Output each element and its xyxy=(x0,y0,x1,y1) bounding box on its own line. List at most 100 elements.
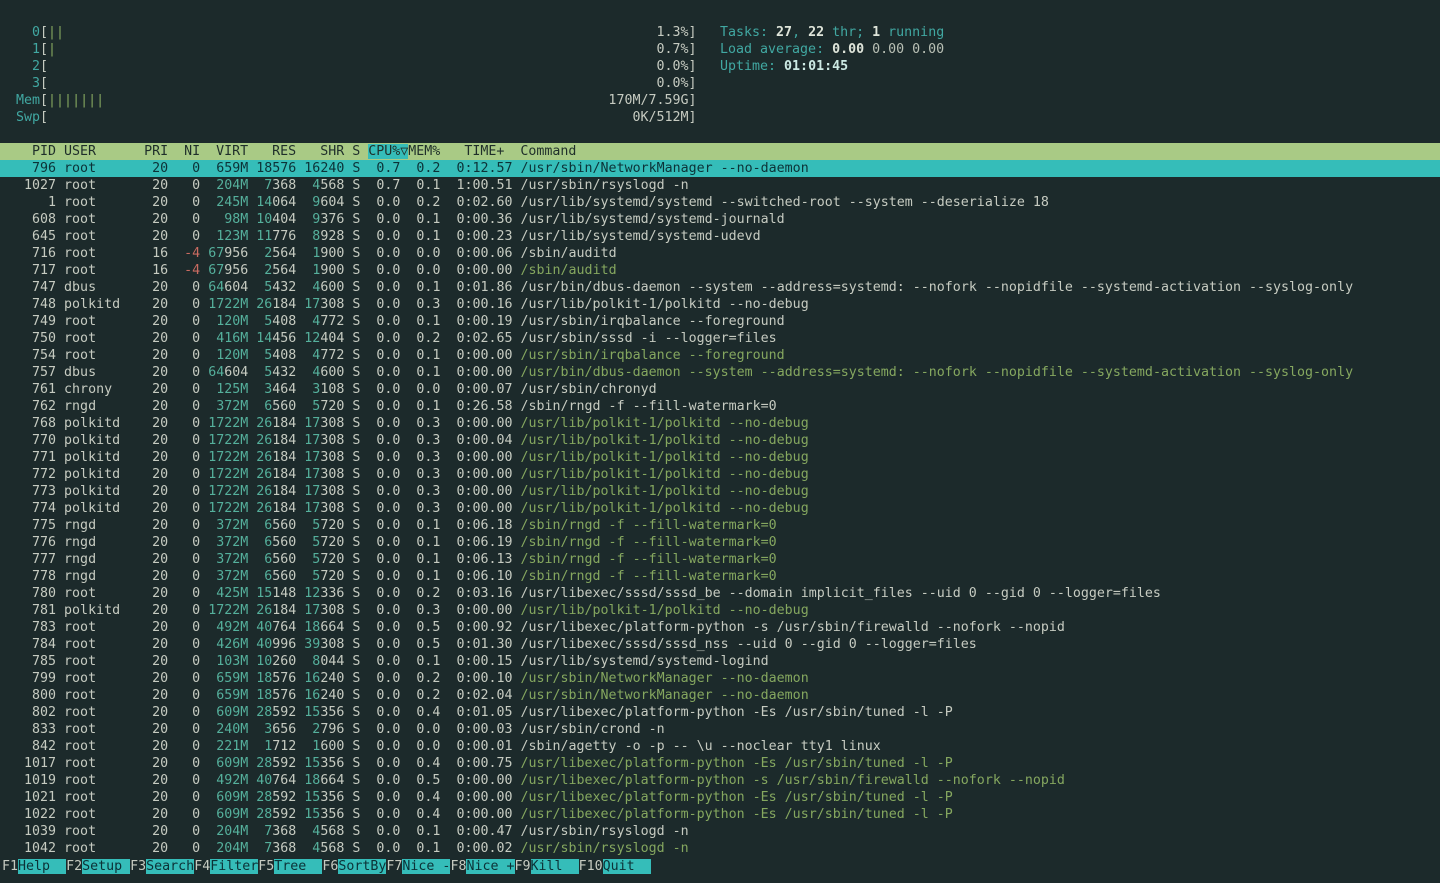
nice-cell: -4 xyxy=(176,246,200,261)
command-cell: /usr/libexec/platform-python -Es /usr/sb… xyxy=(521,807,953,822)
process-row[interactable]: 1017 root 20 0 609M 28592 15356 S 0.0 0.… xyxy=(0,755,1440,772)
process-row[interactable]: 1 root 20 0 245M 14064 9604 S 0.0 0.2 0:… xyxy=(0,194,1440,211)
process-row[interactable]: 762 rngd 20 0 372M 6560 5720 S 0.0 0.1 0… xyxy=(0,398,1440,415)
process-row[interactable]: 785 root 20 0 103M 10260 8044 S 0.0 0.1 … xyxy=(0,653,1440,670)
res-cell: 10 xyxy=(256,654,272,669)
process-row[interactable]: 757 dbus 20 0 64604 5432 4600 S 0.0 0.1 … xyxy=(0,364,1440,381)
process-row[interactable]: 776 rngd 20 0 372M 6560 5720 S 0.0 0.1 0… xyxy=(0,534,1440,551)
fkey-f7[interactable]: F7Nice - xyxy=(386,859,450,874)
process-row[interactable]: 778 rngd 20 0 372M 6560 5720 S 0.0 0.1 0… xyxy=(0,568,1440,585)
fkey-f9[interactable]: F9Kill xyxy=(515,859,579,874)
pid-cell: 799 xyxy=(16,671,64,686)
process-row[interactable]: 774 polkitd 20 0 1722M 26184 17308 S 0.0… xyxy=(0,500,1440,517)
shr-cell: 17 xyxy=(304,433,320,448)
process-row[interactable]: 750 root 20 0 416M 14456 12404 S 0.0 0.2… xyxy=(0,330,1440,347)
load-average: Load average: 0.00 0.00 0.00 xyxy=(720,41,944,58)
process-row[interactable]: 771 polkitd 20 0 1722M 26184 17308 S 0.0… xyxy=(0,449,1440,466)
process-row[interactable]: 1022 root 20 0 609M 28592 15356 S 0.0 0.… xyxy=(0,806,1440,823)
res-cell: 184 xyxy=(272,501,296,516)
virt-cell: 103M xyxy=(208,654,248,669)
process-row[interactable]: 1019 root 20 0 492M 40764 18664 S 0.0 0.… xyxy=(0,772,1440,789)
process-row[interactable]: 754 root 20 0 120M 5408 4772 S 0.0 0.1 0… xyxy=(0,347,1440,364)
process-row[interactable]: 783 root 20 0 492M 40764 18664 S 0.0 0.5… xyxy=(0,619,1440,636)
fkey-f1[interactable]: F1Help xyxy=(2,859,66,874)
fkey-label: Help xyxy=(18,859,66,874)
res-cell: 764 xyxy=(272,620,296,635)
res-cell: 576 xyxy=(272,161,296,176)
shr-cell: 308 xyxy=(320,450,344,465)
process-row[interactable]: 608 root 20 0 98M 10404 9376 S 0.0 0.1 0… xyxy=(0,211,1440,228)
priority-cell: 20 xyxy=(144,773,176,788)
fkey-f4[interactable]: F4Filter xyxy=(194,859,258,874)
process-row[interactable]: 747 dbus 20 0 64604 5432 4600 S 0.0 0.1 … xyxy=(0,279,1440,296)
command-cell: /usr/sbin/rsyslogd -n xyxy=(521,841,689,856)
fkey-f10[interactable]: F10Quit xyxy=(579,859,651,874)
process-row[interactable]: 833 root 20 0 240M 3656 2796 S 0.0 0.0 0… xyxy=(0,721,1440,738)
process-row[interactable]: 1042 root 20 0 204M 7368 4568 S 0.0 0.1 … xyxy=(0,840,1440,857)
process-row[interactable]: 768 polkitd 20 0 1722M 26184 17308 S 0.0… xyxy=(0,415,1440,432)
fkey-f6[interactable]: F6SortBy xyxy=(322,859,386,874)
nice-cell xyxy=(200,688,208,703)
priority-cell: 20 xyxy=(144,535,176,550)
process-row[interactable]: 717 root 16 -4 67956 2564 1900 S 0.0 0.0… xyxy=(0,262,1440,279)
command-cell: /usr/sbin/irqbalance --foreground xyxy=(521,314,785,329)
process-row[interactable]: 796 root 20 0 659M 18576 16240 S 0.7 0.2… xyxy=(0,160,1440,177)
cpu-cell: 0.0 xyxy=(368,535,408,550)
process-row[interactable]: 780 root 20 0 425M 15148 12336 S 0.0 0.2… xyxy=(0,585,1440,602)
time-cell: 0:00.04 xyxy=(448,433,520,448)
process-row[interactable]: 800 root 20 0 659M 18576 16240 S 0.0 0.2… xyxy=(0,687,1440,704)
pid-cell: 802 xyxy=(16,705,64,720)
process-table-header[interactable]: PID USER PRI NI VIRT RES SHR S CPU%▽MEM%… xyxy=(0,143,1440,160)
process-row[interactable]: 749 root 20 0 120M 5408 4772 S 0.0 0.1 0… xyxy=(0,313,1440,330)
header-left-columns[interactable]: PID USER PRI NI VIRT RES SHR S xyxy=(16,144,368,159)
time-cell: 0:00.16 xyxy=(448,297,520,312)
shr-cell: 308 xyxy=(320,603,344,618)
process-row[interactable]: 1021 root 20 0 609M 28592 15356 S 0.0 0.… xyxy=(0,789,1440,806)
nice-cell: 0 xyxy=(176,773,200,788)
process-row[interactable]: 784 root 20 0 426M 40996 39308 S 0.0 0.5… xyxy=(0,636,1440,653)
process-row[interactable]: 748 polkitd 20 0 1722M 26184 17308 S 0.0… xyxy=(0,296,1440,313)
virt-cell: 1722M xyxy=(208,416,248,431)
fkey-f5[interactable]: F5Tree xyxy=(258,859,322,874)
meter-label: Swp xyxy=(16,110,40,125)
nice-cell: 0 xyxy=(176,722,200,737)
shr-cell: 17 xyxy=(304,297,320,312)
command-cell: /usr/sbin/NetworkManager --no-daemon xyxy=(521,161,809,176)
fkey-f3[interactable]: F3Search xyxy=(130,859,194,874)
process-row[interactable]: 842 root 20 0 221M 1712 1600 S 0.0 0.0 0… xyxy=(0,738,1440,755)
mem-cell: 0.4 xyxy=(408,790,448,805)
process-row[interactable]: 775 rngd 20 0 372M 6560 5720 S 0.0 0.1 0… xyxy=(0,517,1440,534)
process-row[interactable]: 773 polkitd 20 0 1722M 26184 17308 S 0.0… xyxy=(0,483,1440,500)
virt-cell: 1722M xyxy=(208,450,248,465)
res-cell: 560 xyxy=(272,569,296,584)
process-row[interactable]: 1027 root 20 0 204M 7368 4568 S 0.7 0.1 … xyxy=(0,177,1440,194)
cpu-cell: 0.0 xyxy=(368,484,408,499)
process-row[interactable]: 781 polkitd 20 0 1722M 26184 17308 S 0.0… xyxy=(0,602,1440,619)
process-row[interactable]: 770 polkitd 20 0 1722M 26184 17308 S 0.0… xyxy=(0,432,1440,449)
res-cell: 18 xyxy=(256,161,272,176)
state-cell: S xyxy=(352,586,368,601)
fkey-number: F3 xyxy=(130,859,146,874)
shr-cell: 8 xyxy=(304,229,320,244)
shr-cell: 604 xyxy=(320,195,344,210)
nice-cell: -4 xyxy=(176,263,200,278)
fkey-f8[interactable]: F8Nice + xyxy=(450,859,514,874)
process-row[interactable]: 799 root 20 0 659M 18576 16240 S 0.0 0.2… xyxy=(0,670,1440,687)
shr-cell: 720 xyxy=(320,535,344,550)
user-cell: polkitd xyxy=(64,467,144,482)
nice-cell xyxy=(200,212,208,227)
header-right-columns[interactable]: MEM% TIME+ Command xyxy=(408,144,576,159)
process-row[interactable]: 761 chrony 20 0 125M 3464 3108 S 0.0 0.0… xyxy=(0,381,1440,398)
fkey-f2[interactable]: F2Setup xyxy=(66,859,130,874)
process-row[interactable]: 777 rngd 20 0 372M 6560 5720 S 0.0 0.1 0… xyxy=(0,551,1440,568)
process-row[interactable]: 716 root 16 -4 67956 2564 1900 S 0.0 0.0… xyxy=(0,245,1440,262)
pid-cell: 777 xyxy=(16,552,64,567)
user-cell: root xyxy=(64,178,144,193)
process-row[interactable]: 772 polkitd 20 0 1722M 26184 17308 S 0.0… xyxy=(0,466,1440,483)
virt-cell: 67 xyxy=(208,263,224,278)
process-row[interactable]: 802 root 20 0 609M 28592 15356 S 0.0 0.4… xyxy=(0,704,1440,721)
process-row[interactable]: 645 root 20 0 123M 11776 8928 S 0.0 0.1 … xyxy=(0,228,1440,245)
virt-cell: 372M xyxy=(208,569,248,584)
process-row[interactable]: 1039 root 20 0 204M 7368 4568 S 0.0 0.1 … xyxy=(0,823,1440,840)
column-header-cpu-sort[interactable]: CPU%▽ xyxy=(368,144,408,159)
